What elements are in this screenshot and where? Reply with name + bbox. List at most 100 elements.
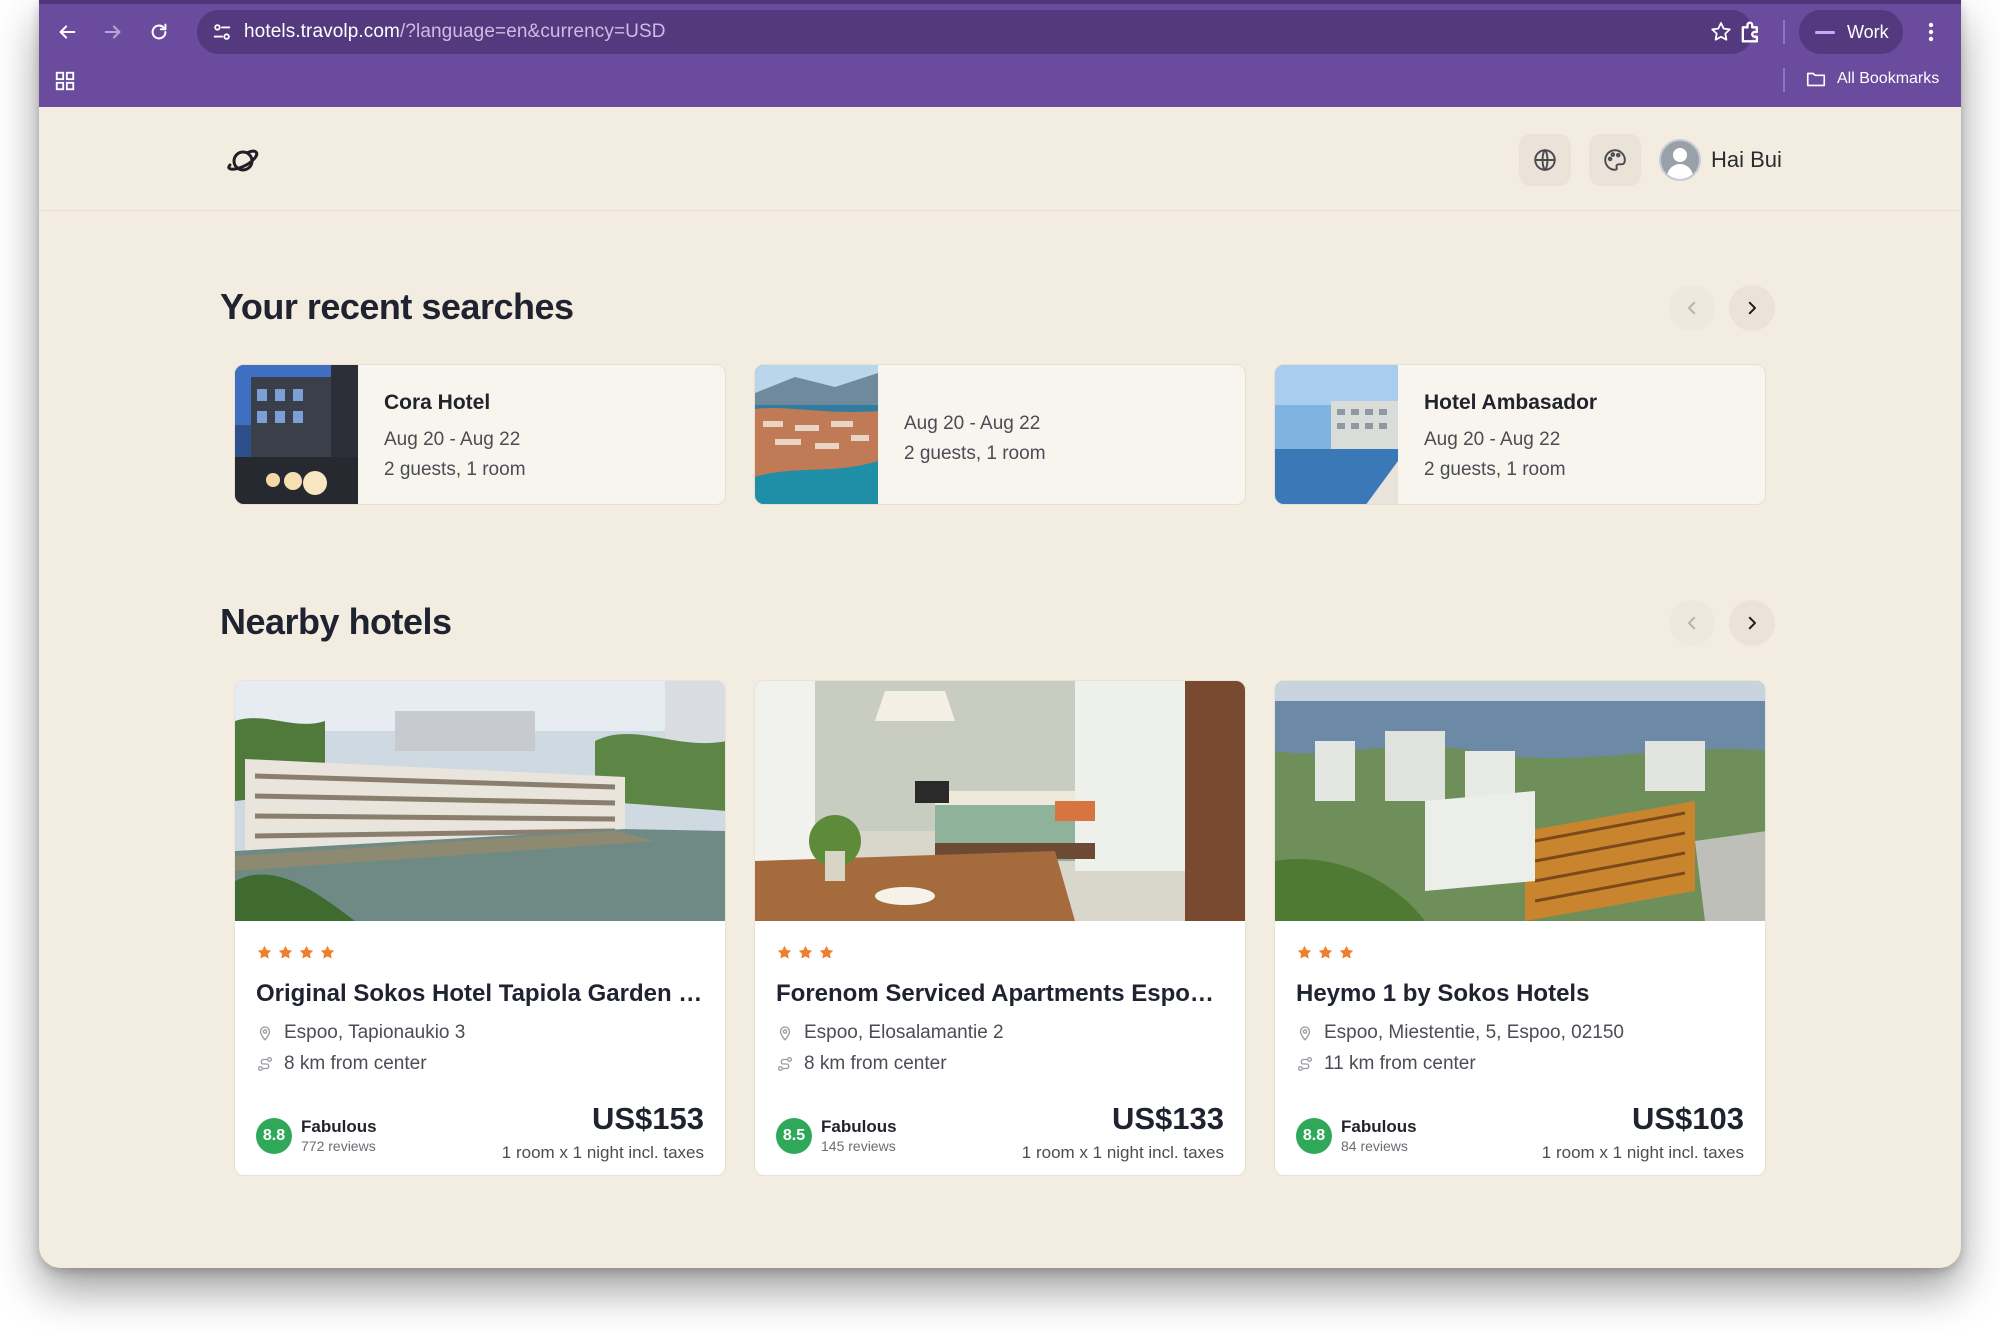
recent-prev-button[interactable] (1669, 285, 1715, 331)
url-text[interactable]: hotels.travolp.com/?language=en&currency… (244, 21, 666, 43)
hotel-distance: 8 km from center (776, 1053, 947, 1075)
price-note: 1 room x 1 night incl. taxes (1541, 1143, 1744, 1162)
toolbar-divider (1783, 20, 1785, 44)
hotel-price: US$103 (1631, 1101, 1744, 1136)
location-pin-icon (259, 1026, 271, 1041)
forward-button[interactable] (95, 14, 131, 50)
recent-search-card[interactable]: Hotel Ambasador Aug 20 - Aug 22 2 guests… (1274, 364, 1766, 505)
page-content: Hai Bui Your recent searches Cora Hotel … (39, 107, 1961, 1268)
recent-search-guests: 2 guests, 1 room (1424, 459, 1566, 480)
user-menu[interactable]: Hai Bui (1659, 136, 1782, 184)
recent-search-thumbnail (235, 365, 358, 504)
hotel-distance: 8 km from center (256, 1053, 427, 1075)
recent-search-dates: Aug 20 - Aug 22 (384, 429, 521, 450)
recent-search-card[interactable]: Aug 20 - Aug 22 2 guests, 1 room (754, 364, 1246, 505)
hotel-name[interactable]: Original Sokos Hotel Tapiola Garden Es..… (256, 980, 706, 1008)
chevron-right-icon (1748, 616, 1756, 630)
route-icon (777, 1056, 793, 1072)
star-icon (278, 945, 293, 959)
review-count: 145 reviews (821, 1138, 896, 1154)
review-score-label: Fabulous (301, 1117, 377, 1136)
profile-color-mark (1815, 30, 1835, 34)
browser-window: hotels.travolp.com/?language=en&currency… (39, 0, 1961, 1268)
hotel-card[interactable]: Heymo 1 by Sokos Hotels Espoo, Miestenti… (1274, 680, 1766, 1176)
review-score-badge: 8.8 (1296, 1118, 1332, 1154)
recent-search-name: Hotel Ambasador (1424, 391, 1598, 414)
recent-next-button[interactable] (1729, 285, 1775, 331)
recent-search-info: Hotel Ambasador Aug 20 - Aug 22 2 guests… (1424, 391, 1597, 485)
star-rating (256, 944, 340, 961)
all-bookmarks-button[interactable]: All Bookmarks (1805, 68, 1939, 90)
hotel-name[interactable]: Heymo 1 by Sokos Hotels (1296, 980, 1746, 1008)
recent-searches-title: Your recent searches (220, 286, 574, 327)
hotel-card[interactable]: Forenom Serviced Apartments Espoo ... Es… (754, 680, 1246, 1176)
star-icon (299, 945, 314, 959)
review-count: 84 reviews (1341, 1138, 1408, 1154)
chevron-right-icon (1748, 301, 1756, 315)
globe-icon (1534, 148, 1556, 172)
recent-search-thumbnail (755, 365, 878, 504)
back-button[interactable] (49, 14, 85, 50)
arrow-left-icon (59, 25, 76, 39)
profile-button[interactable]: Work (1799, 10, 1903, 54)
route-icon (257, 1056, 273, 1072)
theme-button[interactable] (1589, 134, 1641, 186)
nearby-next-button[interactable] (1729, 600, 1775, 646)
tab-strip-edge (39, 0, 1961, 4)
chevron-left-icon (1688, 301, 1696, 315)
review-rating: 8.5 Fabulous 145 reviews (776, 1117, 897, 1155)
all-bookmarks-label: All Bookmarks (1837, 70, 1940, 87)
more-menu-icon[interactable] (1919, 18, 1943, 46)
review-rating: 8.8 Fabulous 772 reviews (256, 1117, 377, 1155)
hotel-distance: 11 km from center (1296, 1053, 1476, 1075)
star-icon (257, 945, 272, 959)
hotel-address: Espoo, Elosalamantie 2 (776, 1022, 1004, 1044)
bookmarks-divider (1783, 68, 1785, 92)
profile-label: Work (1847, 21, 1889, 42)
recent-search-guests: 2 guests, 1 room (384, 459, 526, 480)
hotel-address-text: Espoo, Elosalamantie 2 (804, 1022, 1004, 1043)
recent-search-info: Aug 20 - Aug 22 2 guests, 1 room (904, 409, 1046, 469)
nearby-hotels-title: Nearby hotels (220, 601, 452, 642)
review-score-badge: 8.5 (776, 1118, 812, 1154)
language-button[interactable] (1519, 134, 1571, 186)
browser-toolbar: hotels.travolp.com/?language=en&currency… (39, 0, 1961, 107)
star-icon (777, 945, 792, 959)
review-rating: 8.8 Fabulous 84 reviews (1296, 1117, 1417, 1155)
apps-grid-icon[interactable] (54, 70, 76, 92)
recent-search-thumbnail (1275, 365, 1398, 504)
star-rating (776, 944, 839, 961)
url-host: hotels.travolp.com (244, 21, 400, 42)
recent-search-dates: Aug 20 - Aug 22 (1424, 429, 1561, 450)
route-icon (1297, 1056, 1313, 1072)
location-pin-icon (779, 1026, 791, 1041)
user-name: Hai Bui (1711, 147, 1782, 172)
hotel-card[interactable]: Original Sokos Hotel Tapiola Garden Es..… (234, 680, 726, 1176)
recent-search-guests: 2 guests, 1 room (904, 443, 1046, 464)
hotel-distance-text: 8 km from center (284, 1053, 427, 1074)
star-icon (1297, 945, 1312, 959)
hotel-distance-text: 11 km from center (1324, 1053, 1476, 1074)
bookmark-star-icon[interactable] (1709, 20, 1733, 44)
palette-icon (1604, 149, 1626, 171)
reload-icon (151, 23, 167, 40)
reload-button[interactable] (141, 14, 177, 50)
extensions-icon[interactable] (1737, 18, 1765, 46)
hotel-photo (1275, 681, 1765, 921)
hotel-name[interactable]: Forenom Serviced Apartments Espoo ... (776, 980, 1226, 1008)
folder-icon (1806, 72, 1826, 87)
hotel-address-text: Espoo, Miestentie, 5, Espoo, 02150 (1324, 1022, 1624, 1043)
star-rating (1296, 944, 1359, 961)
price-note: 1 room x 1 night incl. taxes (1021, 1143, 1224, 1162)
recent-search-card[interactable]: Cora Hotel Aug 20 - Aug 22 2 guests, 1 r… (234, 364, 726, 505)
hotel-address: Espoo, Miestentie, 5, Espoo, 02150 (1296, 1022, 1624, 1044)
planet-logo-icon[interactable] (225, 143, 261, 177)
price-note: 1 room x 1 night incl. taxes (501, 1143, 704, 1162)
recent-search-dates: Aug 20 - Aug 22 (904, 413, 1041, 434)
review-score-badge: 8.8 (256, 1118, 292, 1154)
arrow-right-icon (104, 25, 121, 39)
nearby-prev-button[interactable] (1669, 600, 1715, 646)
site-settings-icon[interactable] (211, 21, 233, 43)
avatar (1659, 139, 1701, 181)
address-bar[interactable]: hotels.travolp.com/?language=en&currency… (197, 10, 1753, 54)
